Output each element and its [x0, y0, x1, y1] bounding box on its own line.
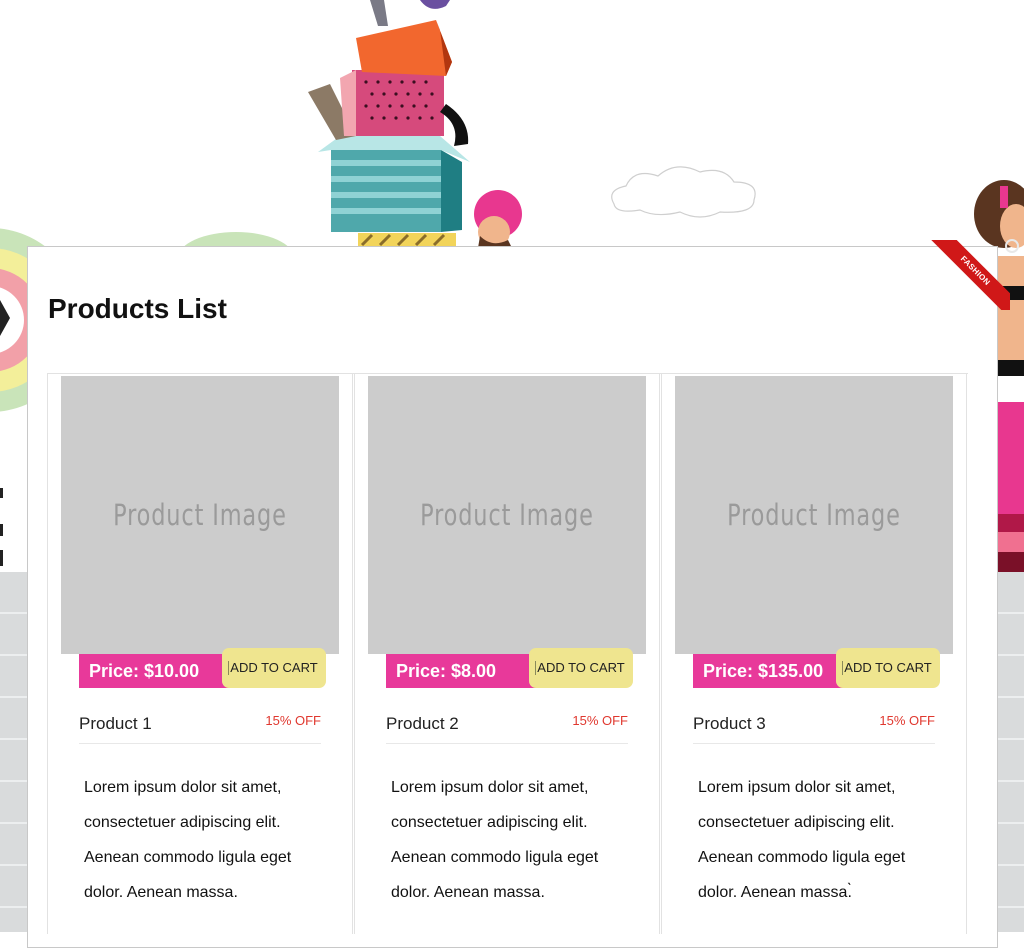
discount-badge: 15% OFF: [572, 713, 628, 728]
price-tag: Price: $8.00: [386, 654, 536, 688]
product-description: Lorem ipsum dolor sit amet, consectetuer…: [391, 779, 599, 901]
price-tag: Price: $10.00: [79, 654, 229, 688]
product-image[interactable]: Product Image: [368, 376, 646, 654]
discount-badge: 15% OFF: [879, 713, 935, 728]
divider: [79, 743, 321, 744]
add-to-cart-button[interactable]: ADD TO CART: [529, 648, 633, 688]
product-card: Product Image Price: $8.00 ADD TO CART P…: [354, 374, 660, 934]
divider: [693, 743, 935, 744]
product-image[interactable]: Product Image: [675, 376, 953, 654]
add-to-cart-button[interactable]: ADD TO CART: [222, 648, 326, 688]
page-title: Products List: [48, 293, 227, 324]
shopping-boxes-decoration: [308, 0, 470, 247]
product-image[interactable]: Product Image: [61, 376, 339, 654]
product-description: Lorem ipsum dolor sit amet, consectetuer…: [84, 779, 292, 901]
discount-badge: 15% OFF: [265, 713, 321, 728]
product-card: Product Image Price: $135.00 ADD TO CART…: [661, 374, 967, 934]
price-tag: Price: $135.00: [693, 654, 843, 688]
product-image-placeholder-text: Product Image: [420, 498, 594, 532]
product-image-placeholder-text: Product Image: [727, 498, 901, 532]
product-name[interactable]: Product 1: [79, 714, 152, 734]
product-grid: Product Image Price: $10.00 ADD TO CART …: [47, 373, 968, 934]
woman-head-decoration: [474, 190, 522, 248]
cloud-decoration: [611, 166, 756, 218]
fashion-ribbon: FASHION: [920, 240, 1010, 310]
fashion-ribbon-label: FASHION: [922, 240, 1010, 310]
product-name[interactable]: Product 3: [693, 714, 766, 734]
product-name[interactable]: Product 2: [386, 714, 459, 734]
product-card: Product Image Price: $10.00 ADD TO CART …: [47, 374, 353, 934]
divider: [386, 743, 628, 744]
products-panel: Products List Product Image Price: $10.0…: [27, 246, 998, 948]
product-description: Lorem ipsum dolor sit amet, consectetuer…: [698, 779, 906, 901]
add-to-cart-button[interactable]: ADD TO CART: [836, 648, 940, 688]
product-image-placeholder-text: Product Image: [113, 498, 287, 532]
